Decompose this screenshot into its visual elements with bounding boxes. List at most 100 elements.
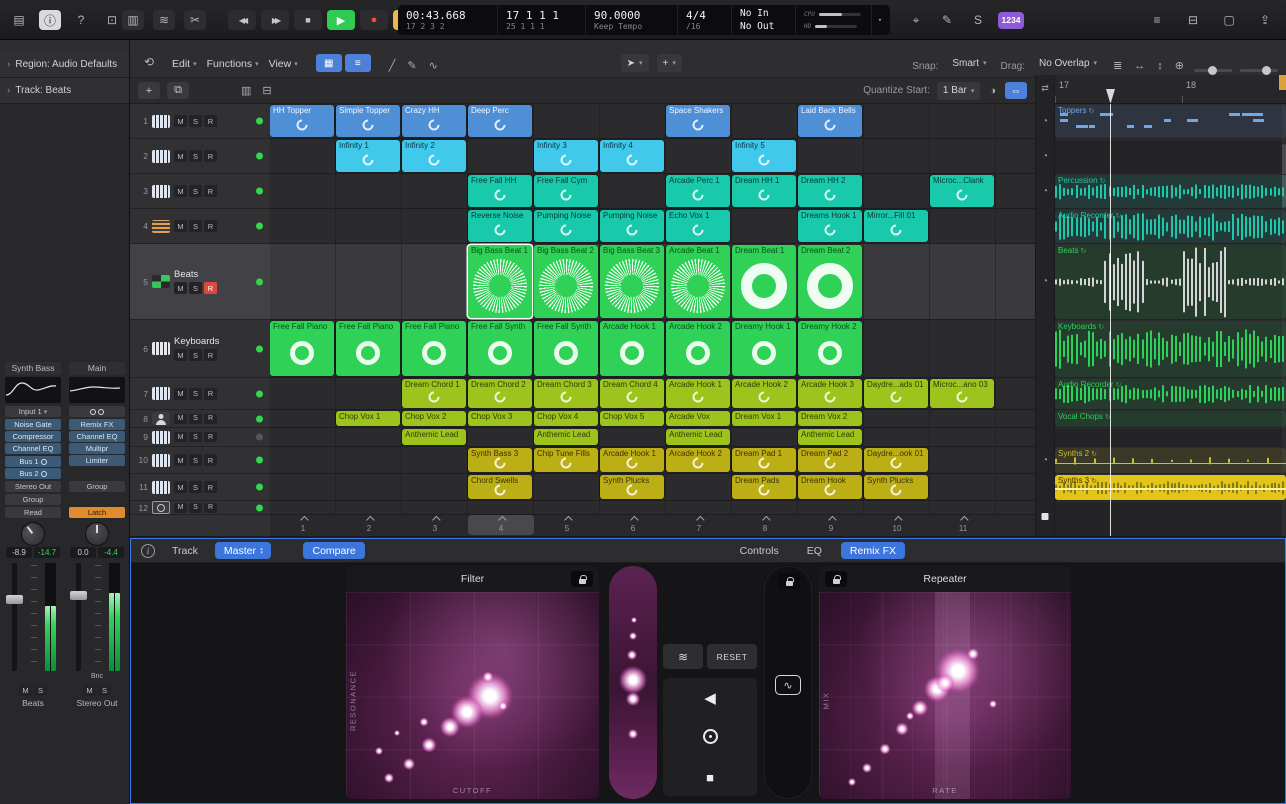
loop-cell[interactable]: Dream Beat 2: [798, 245, 862, 318]
loop-cell[interactable]: Dream HH 2: [798, 175, 862, 207]
fader-handle[interactable]: [6, 595, 23, 604]
bounce-button[interactable]: Bnc: [69, 673, 125, 683]
loop-cell[interactable]: Arcade Hook 2: [732, 379, 796, 408]
display-icon[interactable]: ⊟: [1182, 10, 1204, 30]
grid-divider-icon[interactable]: ⊟: [260, 84, 273, 97]
loop-cell[interactable]: Free Fall Piano: [402, 321, 466, 376]
scene-trigger-2[interactable]: 2: [336, 515, 402, 535]
group-slot[interactable]: [69, 494, 125, 505]
solo-button[interactable]: S: [189, 432, 202, 442]
loop-cell[interactable]: Microc...Clank: [930, 175, 994, 207]
plugin-slot[interactable]: Compressor: [5, 431, 61, 442]
forward-button[interactable]: ▶▶: [261, 10, 289, 30]
play-button[interactable]: ▶: [327, 10, 355, 30]
inspector-icon[interactable]: ⓘ: [39, 10, 61, 30]
loop-cell[interactable]: Daydre...ook 01: [864, 448, 928, 472]
pan-knob[interactable]: [85, 522, 109, 546]
quantize-start-menu[interactable]: 1 Bar▾: [937, 82, 980, 100]
zoom-v-icon[interactable]: ↕: [1155, 60, 1165, 72]
record-enable-button[interactable]: R: [204, 185, 217, 197]
grid-stop-button[interactable]: [1042, 513, 1049, 520]
loop-cell[interactable]: Deep Perc: [468, 105, 532, 137]
solo-button[interactable]: S: [189, 349, 202, 361]
solo-button[interactable]: S: [189, 220, 202, 232]
menu-view[interactable]: View▾: [265, 56, 302, 72]
loop-cell[interactable]: Dream Pad 1: [732, 448, 796, 472]
loop-cell[interactable]: Dream HH 1: [732, 175, 796, 207]
mute-button[interactable]: M: [174, 503, 187, 513]
scene-trigger-6[interactable]: 6: [600, 515, 666, 535]
loop-cell[interactable]: Arcade Hook 1: [600, 321, 664, 376]
plugin-slot[interactable]: Multipr: [69, 443, 125, 454]
stop-button[interactable]: ■: [294, 10, 322, 30]
mute-button[interactable]: M: [174, 349, 187, 361]
catch-playhead-icon[interactable]: ⊕: [1173, 59, 1186, 72]
pencil-tool-icon[interactable]: ✎: [405, 59, 418, 72]
loop-cell[interactable]: Anthemic Lead: [666, 429, 730, 445]
history-icon[interactable]: ⟲: [138, 52, 160, 72]
add-track-button[interactable]: +: [138, 82, 160, 99]
reset-button[interactable]: RESET: [707, 644, 757, 669]
volume-fader[interactable]: [5, 561, 61, 673]
strip-solo-button[interactable]: S: [34, 685, 47, 696]
menu-functions[interactable]: Functions▾: [203, 56, 263, 72]
drag-menu[interactable]: No Overlap▾: [1033, 54, 1103, 72]
divider-toggle-icon[interactable]: ⇄: [1041, 83, 1049, 94]
lock-icon[interactable]: [778, 573, 800, 589]
cell-clock-icon[interactable]: ◔: [1042, 116, 1048, 127]
loop-cell[interactable]: Synth Plucks: [864, 475, 928, 499]
count-badge[interactable]: 1234: [998, 12, 1024, 29]
loop-cell[interactable]: Anthemic Lead: [534, 429, 598, 445]
cell-clock-icon[interactable]: ◔: [1042, 276, 1048, 287]
tuner-icon[interactable]: ⌖: [905, 10, 927, 30]
loop-cell[interactable]: Synth Plucks: [600, 475, 664, 499]
gain-value[interactable]: -8.9: [6, 547, 32, 558]
solo-button[interactable]: S: [189, 115, 202, 127]
loop-cell[interactable]: Pumping Noise: [600, 210, 664, 242]
main-window-icon[interactable]: ⊡: [101, 10, 123, 30]
record-enable-button[interactable]: R: [204, 220, 217, 232]
loop-cell[interactable]: Synth Bass 3: [468, 448, 532, 472]
gater-settings-icon[interactable]: ≋: [663, 644, 703, 669]
cell-loop-icon[interactable]: ◑: [987, 85, 998, 97]
loop-cell[interactable]: Arcade Hook 1: [600, 448, 664, 472]
fx-slider-right[interactable]: ∿: [764, 566, 812, 799]
input-slot[interactable]: Input 1▾: [5, 406, 61, 417]
scene-trigger-9[interactable]: 9: [798, 515, 864, 535]
loop-cell[interactable]: Free Fall Synth: [468, 321, 532, 376]
output-slot[interactable]: Group: [69, 481, 125, 492]
snap-menu[interactable]: Smart▾: [946, 54, 992, 72]
eq-thumbnail[interactable]: [69, 377, 125, 403]
record-button[interactable]: ●: [360, 10, 388, 30]
duplicate-track-button[interactable]: ⧉: [167, 82, 189, 99]
loop-cell[interactable]: Arcade Perc 1: [666, 175, 730, 207]
mute-button[interactable]: M: [174, 388, 187, 400]
mute-button[interactable]: M: [174, 220, 187, 232]
loop-cell[interactable]: Crazy HH: [402, 105, 466, 137]
loop-cell[interactable]: Pumping Noise: [534, 210, 598, 242]
pencil-icon[interactable]: ✎: [936, 10, 958, 30]
loop-cell[interactable]: Dream Pad 2: [798, 448, 862, 472]
playhead[interactable]: [1110, 104, 1111, 536]
arrange-region-toppers[interactable]: Toppers↻: [1055, 105, 1286, 138]
loop-cell[interactable]: Arcade Hook 3: [798, 379, 862, 408]
loop-cell[interactable]: Arcade Hook 2: [666, 448, 730, 472]
arrange-region-vocal-chops[interactable]: Vocal Chops↻: [1055, 411, 1286, 427]
loop-cell[interactable]: Arcade Beat 1: [666, 245, 730, 318]
track-header-5[interactable]: 5BeatsMSR: [130, 244, 270, 320]
loop-cell[interactable]: Simple Topper: [336, 105, 400, 137]
mute-button[interactable]: M: [174, 414, 187, 424]
record-enable-button[interactable]: R: [204, 388, 217, 400]
solo-mode-icon[interactable]: S: [967, 10, 989, 30]
tab-eq[interactable]: EQ: [798, 542, 831, 559]
loop-cell[interactable]: Space Shakers: [666, 105, 730, 137]
loop-cell[interactable]: Arcade Vox: [666, 411, 730, 426]
lcd-display[interactable]: 00:43.668 17 2 3 2 17 1 1 1 25 1 1 1 90.…: [398, 5, 890, 35]
arrange-region-percussion[interactable]: Percussion↻: [1055, 175, 1286, 208]
mute-button[interactable]: M: [174, 150, 187, 162]
loop-cell[interactable]: Chop Vox 3: [468, 411, 532, 426]
mute-button[interactable]: M: [174, 115, 187, 127]
loop-cell[interactable]: Dreams Hook 1: [798, 210, 862, 242]
solo-button[interactable]: S: [189, 481, 202, 493]
strip-solo-button[interactable]: S: [98, 685, 111, 696]
